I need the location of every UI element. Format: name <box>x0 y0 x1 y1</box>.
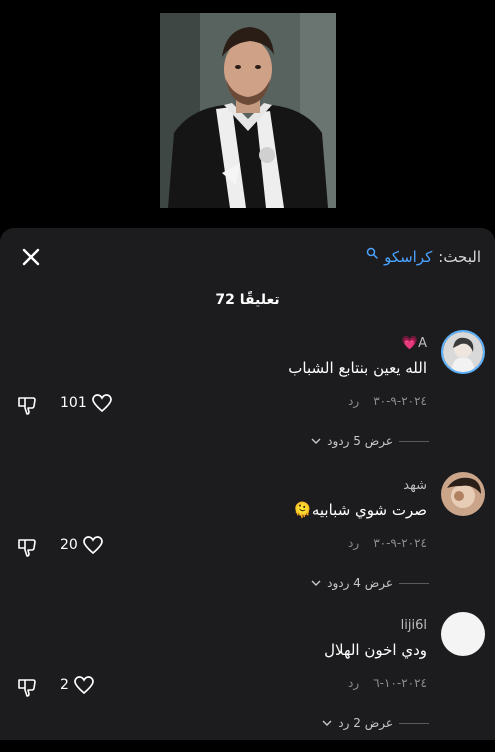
reply-button[interactable]: رد <box>348 676 359 690</box>
view-replies-label: عرض 2 رد <box>338 716 393 730</box>
avatar[interactable] <box>441 330 485 374</box>
comment-date: ٢٠٢٤-٩-٣٠ <box>373 394 427 408</box>
search-query[interactable]: البحث: كراسكو <box>366 247 481 266</box>
comment-item: liji6l ودي اخون الهلال ٢٠٢٤-١٠-٦ رد 2 عر… <box>0 612 495 752</box>
heart-icon <box>74 676 94 695</box>
video-area[interactable] <box>0 0 495 228</box>
divider <box>399 440 429 442</box>
dislike-icon[interactable] <box>16 393 38 415</box>
like-button[interactable]: 20 <box>60 535 104 555</box>
search-term[interactable]: كراسكو <box>384 248 432 266</box>
dislike-icon[interactable] <box>16 675 38 697</box>
chevron-down-icon <box>322 720 332 726</box>
video-thumbnail[interactable] <box>160 13 336 208</box>
divider <box>399 582 429 584</box>
avatar[interactable] <box>441 612 485 656</box>
reply-button[interactable]: رد <box>348 536 359 550</box>
comment-date: ٢٠٢٤-١٠-٦ <box>373 676 427 690</box>
comments-count: 72 تعليقًا <box>215 292 280 308</box>
reply-button[interactable]: رد <box>348 394 359 408</box>
comment-username[interactable]: liji6l <box>401 618 427 633</box>
comment-username[interactable]: A💗 <box>402 336 427 351</box>
chevron-down-icon <box>311 580 321 586</box>
like-count: 20 <box>60 537 78 553</box>
comment-text: صرت شوي شبابيه🫠 <box>293 501 427 519</box>
view-replies-button[interactable]: عرض 2 رد <box>322 716 429 730</box>
comments-sheet: البحث: كراسكو 72 تعليقًا A💗 الله يعين بن… <box>0 228 495 740</box>
heart-icon <box>82 536 103 555</box>
search-label: البحث: <box>438 248 481 266</box>
comment-text: ودي اخون الهلال <box>324 641 427 659</box>
search-icon <box>366 247 378 259</box>
dislike-icon[interactable] <box>16 535 38 557</box>
like-button[interactable]: 2 <box>60 675 95 695</box>
divider <box>399 722 429 724</box>
avatar[interactable] <box>441 472 485 516</box>
view-replies-button[interactable]: عرض 4 ردود <box>311 576 429 590</box>
comment-text: الله يعين بنتابع الشباب <box>288 359 427 377</box>
like-count: 101 <box>60 395 87 411</box>
comment-item: A💗 الله يعين بنتابع الشباب ٢٠٢٤-٩-٣٠ رد … <box>0 330 495 470</box>
view-replies-button[interactable]: عرض 5 ردود <box>311 434 429 448</box>
like-count: 2 <box>60 677 69 693</box>
close-icon[interactable] <box>18 244 44 270</box>
comment-item: شهد صرت شوي شبابيه🫠 ٢٠٢٤-٩-٣٠ رد 20 عرض … <box>0 472 495 612</box>
heart-icon <box>91 394 112 413</box>
view-replies-label: عرض 5 ردود <box>327 434 393 448</box>
comment-username[interactable]: شهد <box>403 478 427 493</box>
comment-date: ٢٠٢٤-٩-٣٠ <box>373 536 427 550</box>
view-replies-label: عرض 4 ردود <box>327 576 393 590</box>
chevron-down-icon <box>311 438 321 444</box>
like-button[interactable]: 101 <box>60 393 113 413</box>
